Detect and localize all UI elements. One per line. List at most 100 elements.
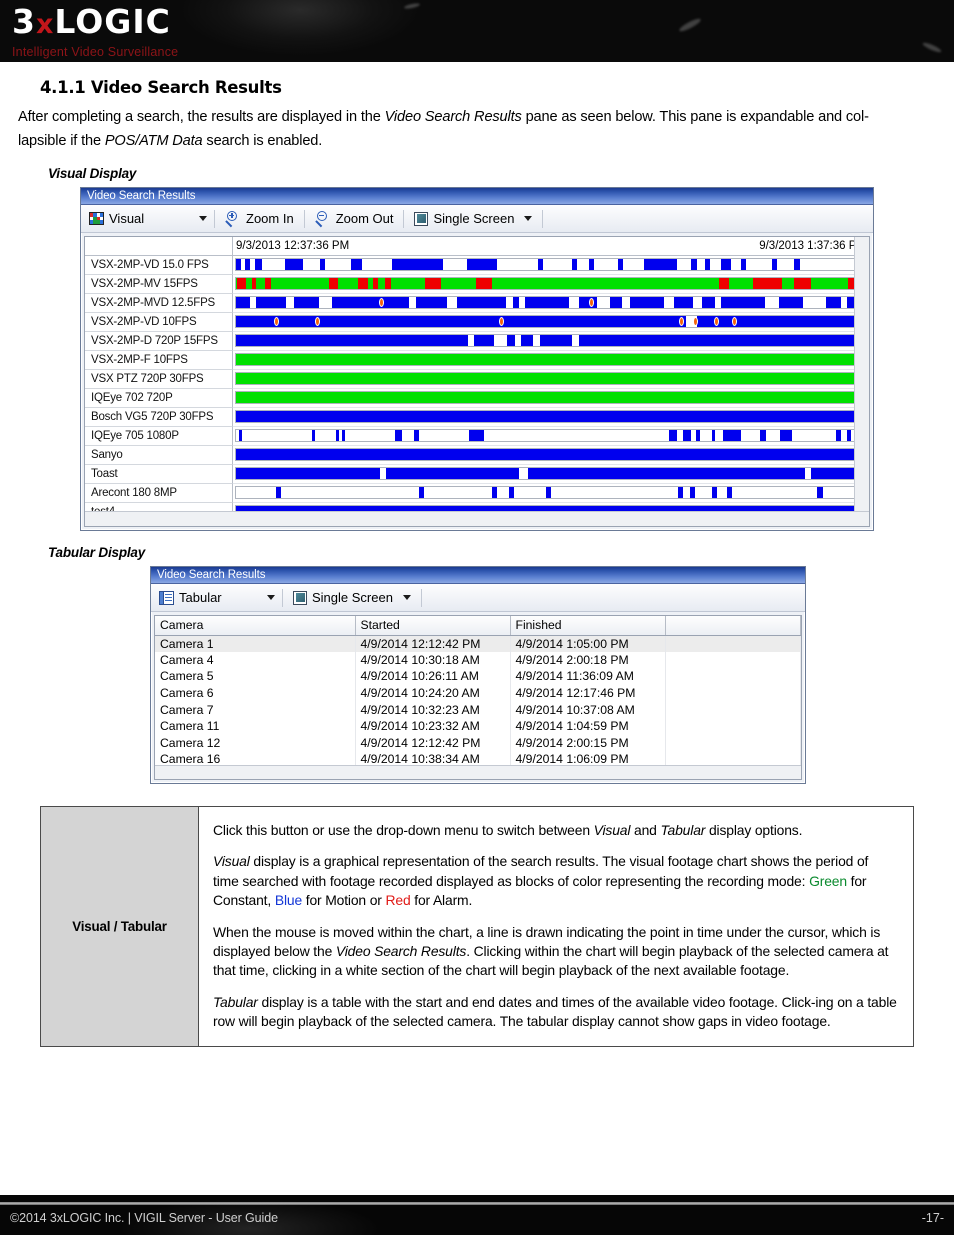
footage-segment-constant[interactable] — [236, 392, 866, 403]
zoom-out-button[interactable]: Zoom Out — [309, 207, 400, 231]
chart-row[interactable]: VSX-2MP-VD 10FPS — [85, 313, 869, 332]
footage-segment-motion[interactable] — [683, 430, 691, 441]
footage-segment-motion[interactable] — [236, 297, 251, 308]
footage-segment-motion[interactable] — [238, 430, 242, 441]
footage-segment-motion[interactable] — [539, 335, 572, 346]
chart-row[interactable]: VSX-2MP-F 10FPS — [85, 351, 869, 370]
chart-row-track[interactable] — [233, 484, 869, 503]
footage-segment-motion[interactable] — [779, 297, 803, 308]
chart-row-track[interactable] — [233, 370, 869, 389]
footage-segment-motion[interactable] — [741, 259, 747, 270]
chart-row[interactable]: IQEye 705 1080P — [85, 427, 869, 446]
footage-segment-motion[interactable] — [415, 297, 448, 308]
footage-segment-motion[interactable] — [673, 297, 694, 308]
chart-row-track[interactable] — [233, 389, 869, 408]
results-table-container[interactable]: Camera Started Finished Camera 1 4/9/2014 1… — [154, 615, 802, 780]
footage-segment-motion[interactable] — [545, 487, 551, 498]
footage-segment-motion[interactable] — [760, 430, 767, 441]
footage-segment-motion[interactable] — [236, 316, 687, 327]
footage-segment-motion[interactable] — [319, 259, 326, 270]
bookmark-marker[interactable] — [692, 317, 698, 326]
footage-bar[interactable] — [235, 296, 867, 309]
footage-segment-motion[interactable] — [512, 297, 520, 308]
footage-segment-motion[interactable] — [293, 297, 319, 308]
footage-segment-alarm[interactable] — [794, 278, 812, 289]
footage-segment-motion[interactable] — [689, 487, 695, 498]
footage-segment-motion[interactable] — [724, 259, 732, 270]
footage-segment-motion[interactable] — [236, 468, 381, 479]
display-mode-dropdown-tabular[interactable]: Tabular — [153, 586, 278, 610]
footage-segment-motion[interactable] — [711, 487, 717, 498]
chart-row-track[interactable] — [233, 446, 869, 465]
footage-segment-alarm[interactable] — [252, 278, 257, 289]
footage-segment-motion[interactable] — [394, 430, 402, 441]
footage-segment-motion[interactable] — [457, 297, 506, 308]
footage-bar[interactable] — [235, 410, 867, 423]
footage-segment-motion[interactable] — [690, 259, 697, 270]
footage-segment-alarm[interactable] — [237, 278, 247, 289]
footage-segment-motion[interactable] — [727, 487, 733, 498]
footage-segment-alarm[interactable] — [476, 278, 493, 289]
footage-segment-motion[interactable] — [341, 430, 345, 441]
footage-segment-motion[interactable] — [469, 430, 484, 441]
display-mode-dropdown-visual[interactable]: Visual — [83, 207, 210, 231]
footage-segment-alarm[interactable] — [373, 278, 379, 289]
footage-segment-motion[interactable] — [722, 430, 742, 441]
bookmark-marker[interactable] — [378, 298, 384, 307]
footage-segment-motion[interactable] — [538, 259, 544, 270]
bookmark-marker[interactable] — [588, 298, 594, 307]
footage-segment-motion[interactable] — [669, 430, 677, 441]
chart-horizontal-scrollbar[interactable] — [85, 511, 869, 526]
footage-segment-motion[interactable] — [236, 259, 242, 270]
bookmark-marker[interactable] — [498, 317, 504, 326]
footage-segment-motion[interactable] — [771, 259, 778, 270]
footage-segment-motion[interactable] — [351, 259, 362, 270]
footage-segment-motion[interactable] — [508, 487, 514, 498]
chart-row[interactable]: VSX-2MP-D 720P 15FPS — [85, 332, 869, 351]
bookmark-marker[interactable] — [273, 317, 279, 326]
footage-segment-motion[interactable] — [491, 487, 497, 498]
single-screen-dropdown[interactable]: Single Screen — [408, 207, 538, 231]
chart-row[interactable]: VSX PTZ 720P 30FPS — [85, 370, 869, 389]
footage-bar[interactable] — [235, 315, 867, 328]
footage-segment-motion[interactable] — [391, 259, 443, 270]
footage-segment-motion[interactable] — [618, 259, 624, 270]
footage-segment-motion[interactable] — [527, 468, 805, 479]
footage-segment-motion[interactable] — [335, 430, 339, 441]
footage-segment-alarm[interactable] — [384, 278, 391, 289]
footage-bar[interactable] — [235, 334, 867, 347]
footage-segment-motion[interactable] — [572, 259, 578, 270]
footage-segment-motion[interactable] — [275, 487, 282, 498]
footage-segment-motion[interactable] — [245, 259, 251, 270]
footage-segment-motion[interactable] — [711, 430, 716, 441]
chart-row[interactable]: Bosch VG5 720P 30FPS — [85, 408, 869, 427]
footage-bar[interactable] — [235, 391, 867, 404]
chart-row[interactable]: VSX-2MP-MV 15FPS — [85, 275, 869, 294]
chart-row-track[interactable] — [233, 275, 869, 294]
chevron-down-icon[interactable] — [267, 595, 275, 600]
footage-segment-motion[interactable] — [236, 335, 468, 346]
footage-segment-motion[interactable] — [697, 316, 866, 327]
footage-segment-motion[interactable] — [817, 487, 823, 498]
chart-row-track[interactable] — [233, 256, 869, 275]
zoom-in-button[interactable]: Zoom In — [219, 207, 300, 231]
chart-row[interactable]: VSX-2MP-MVD 12.5FPS — [85, 294, 869, 313]
table-column-header[interactable] — [665, 616, 801, 636]
chart-row[interactable]: Arecont 180 8MP — [85, 484, 869, 503]
footage-bar[interactable] — [235, 448, 867, 461]
bookmark-marker[interactable] — [314, 317, 320, 326]
footage-segment-motion[interactable] — [413, 430, 419, 441]
footage-segment-motion[interactable] — [702, 297, 715, 308]
footage-segment-motion[interactable] — [779, 430, 793, 441]
chart-row-track[interactable] — [233, 332, 869, 351]
table-row[interactable]: Camera 7 4/9/2014 10:32:23 AM 4/9/2014 10:… — [155, 701, 801, 718]
footage-segment-motion[interactable] — [254, 259, 263, 270]
footage-bar[interactable] — [235, 486, 867, 499]
footage-segment-motion[interactable] — [474, 335, 495, 346]
footage-segment-constant[interactable] — [236, 354, 866, 365]
footage-segment-motion[interactable] — [525, 297, 570, 308]
chart-row[interactable]: Toast — [85, 465, 869, 484]
chart-row-track[interactable] — [233, 351, 869, 370]
footage-segment-alarm[interactable] — [358, 278, 369, 289]
footage-segment-alarm[interactable] — [264, 278, 272, 289]
